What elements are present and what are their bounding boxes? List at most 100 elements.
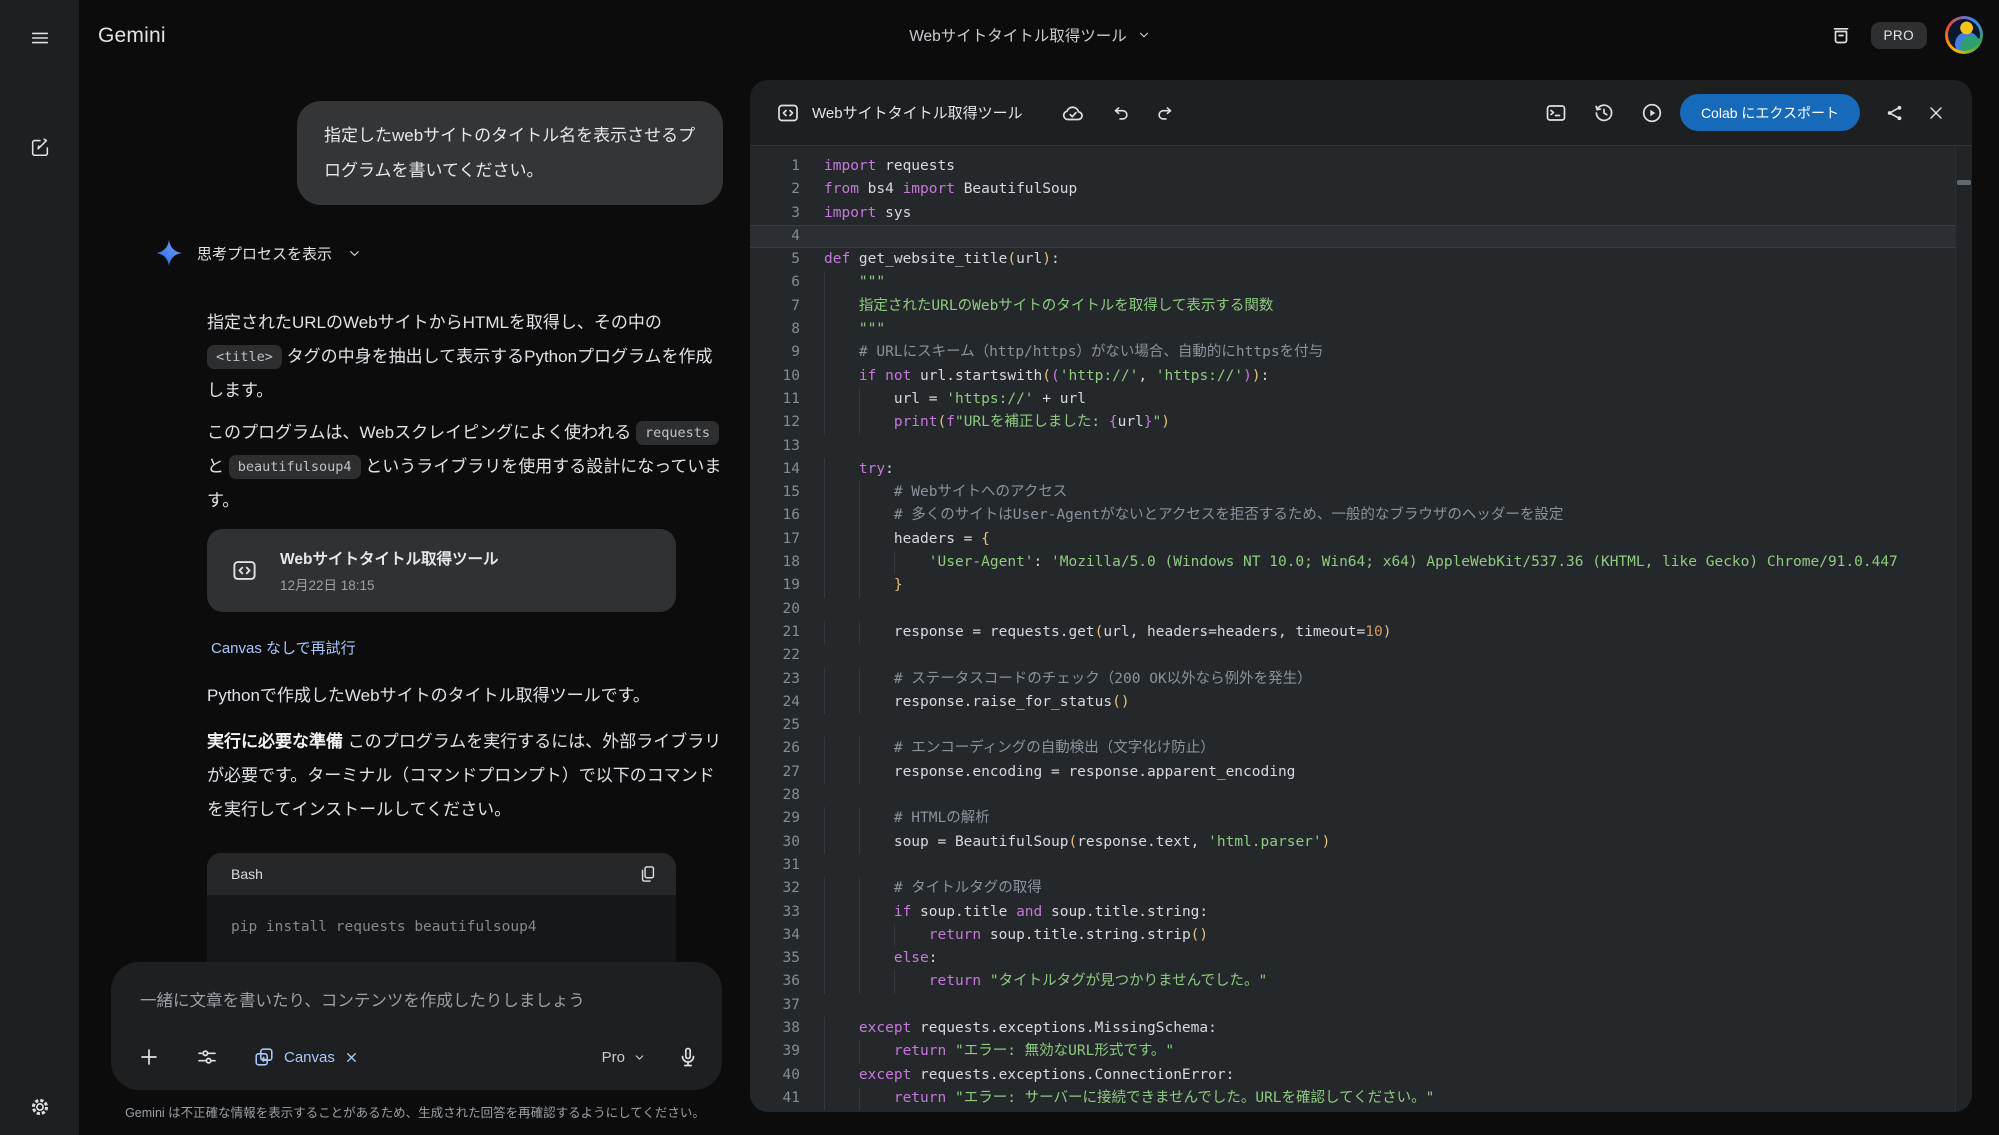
code-line[interactable]: 4 xyxy=(750,225,1972,248)
code-line[interactable]: 28 xyxy=(750,784,1972,807)
code-line[interactable]: 3import sys xyxy=(750,202,1972,225)
code-line[interactable]: 21 response = requests.get(url, headers=… xyxy=(750,621,1972,644)
retry-without-canvas-link[interactable]: Canvas なしで再試行 xyxy=(211,637,356,658)
run-button[interactable] xyxy=(1640,101,1664,125)
sidebar xyxy=(0,0,79,1135)
gemini-sparkle-icon xyxy=(156,240,182,266)
code-line[interactable]: 2from bs4 import BeautifulSoup xyxy=(750,178,1972,201)
code-editor[interactable]: 1import requests2from bs4 import Beautif… xyxy=(750,146,1972,1112)
code-line[interactable]: 33 if soup.title and soup.title.string: xyxy=(750,901,1972,924)
share-icon xyxy=(1884,102,1906,124)
account-avatar[interactable] xyxy=(1945,16,1983,54)
line-number: 12 xyxy=(750,411,800,434)
new-chat-button[interactable] xyxy=(26,133,54,161)
code-line[interactable]: 27 response.encoding = response.apparent… xyxy=(750,761,1972,784)
code-line[interactable]: 40 except requests.exceptions.Connection… xyxy=(750,1064,1972,1087)
canvas-title[interactable]: Webサイトタイトル取得ツール xyxy=(812,102,1023,123)
code-line[interactable]: 13 xyxy=(750,435,1972,458)
chevron-down-icon xyxy=(347,246,362,261)
canvas-toolbar: Colab にエクスポート xyxy=(1520,94,1946,131)
code-line[interactable]: 5def get_website_title(url): xyxy=(750,248,1972,271)
line-number: 24 xyxy=(750,691,800,714)
scrollbar-thumb[interactable] xyxy=(1957,180,1971,185)
line-number: 25 xyxy=(750,714,800,737)
share-button[interactable] xyxy=(1884,102,1906,124)
menu-button[interactable] xyxy=(26,24,54,52)
line-number: 28 xyxy=(750,784,800,807)
code-line[interactable]: 32 # タイトルタグの取得 xyxy=(750,877,1972,900)
line-number: 14 xyxy=(750,458,800,481)
model-selector[interactable]: Pro xyxy=(602,1049,646,1066)
archive-bin-icon[interactable] xyxy=(1829,23,1853,47)
tune-icon[interactable] xyxy=(195,1045,219,1069)
code-line[interactable]: 29 # HTMLの解析 xyxy=(750,807,1972,830)
code-line[interactable]: 18 'User-Agent': 'Mozilla/5.0 (Windows N… xyxy=(750,551,1972,574)
line-number: 29 xyxy=(750,807,800,830)
code-line[interactable]: 8 """ xyxy=(750,318,1972,341)
code-line[interactable]: 38 except requests.exceptions.MissingSch… xyxy=(750,1017,1972,1040)
code-line[interactable]: 11 url = 'https://' + url xyxy=(750,388,1972,411)
pro-badge[interactable]: PRO xyxy=(1871,22,1927,49)
prompt-input[interactable]: 一緒に文章を書いたり、コンテンツを作成したりしましょう Canvas Pro xyxy=(111,962,722,1090)
line-number: 40 xyxy=(750,1064,800,1087)
mic-icon[interactable] xyxy=(676,1045,700,1069)
code-line[interactable]: 1import requests xyxy=(750,155,1972,178)
code-line[interactable]: 30 soup = BeautifulSoup(response.text, '… xyxy=(750,831,1972,854)
code-line[interactable]: 19 } xyxy=(750,574,1972,597)
code-line[interactable]: 14 try: xyxy=(750,458,1972,481)
code-line[interactable]: 37 xyxy=(750,994,1972,1017)
code-line[interactable]: 6 """ xyxy=(750,271,1972,294)
bash-code: pip install requests beautifulsoup4 xyxy=(231,919,652,935)
line-number: 2 xyxy=(750,178,800,201)
code-line[interactable]: 22 xyxy=(750,644,1972,667)
line-number: 41 xyxy=(750,1087,800,1110)
paragraph: 指定されたURLのWebサイトからHTMLを取得し、その中の <title> タ… xyxy=(207,306,725,408)
code-line[interactable]: 23 # ステータスコードのチェック（200 OK以外なら例外を発生） xyxy=(750,668,1972,691)
code-language-label: Bash xyxy=(231,866,263,882)
version-history-button[interactable] xyxy=(1592,101,1616,125)
code-block-header: Bash xyxy=(207,853,676,895)
canvas-attachment-card[interactable]: Webサイトタイトル取得ツール 12月22日 18:15 xyxy=(207,529,676,612)
code-line[interactable]: 20 xyxy=(750,598,1972,621)
settings-button[interactable] xyxy=(26,1093,54,1121)
code-line[interactable]: 26 # エンコーディングの自動検出（文字化け防止） xyxy=(750,737,1972,760)
gemini-app: Gemini Webサイトタイトル取得ツール PRO 指定したwebサイトのタイ… xyxy=(0,0,1999,1135)
line-number: 39 xyxy=(750,1040,800,1063)
paragraph: Pythonで作成したWebサイトのタイトル取得ツールです。 xyxy=(207,679,725,713)
code-line[interactable]: 16 # 多くのサイトはUser-Agentがないとアクセスを拒否するため、一般… xyxy=(750,504,1972,527)
canvas-card-timestamp: 12月22日 18:15 xyxy=(280,574,498,594)
input-placeholder: 一緒に文章を書いたり、コンテンツを作成したりしましょう xyxy=(140,987,585,1011)
canvas-tool-chip[interactable]: Canvas xyxy=(253,1046,359,1068)
undo-button[interactable] xyxy=(1109,102,1131,124)
code-line[interactable]: 15 # Webサイトへのアクセス xyxy=(750,481,1972,504)
close-canvas-button[interactable] xyxy=(1926,103,1946,123)
close-icon[interactable] xyxy=(344,1050,359,1065)
code-line[interactable]: 9 # URLにスキーム（http/https）がない場合、自動的にhttpsを… xyxy=(750,341,1972,364)
code-line[interactable]: 35 else: xyxy=(750,947,1972,970)
code-line[interactable]: 31 xyxy=(750,854,1972,877)
conversation-title-dropdown[interactable]: Webサイトタイトル取得ツール xyxy=(880,24,1180,46)
export-to-colab-button[interactable]: Colab にエクスポート xyxy=(1680,94,1860,131)
app-logo[interactable]: Gemini xyxy=(98,24,166,48)
code-line[interactable]: 17 headers = { xyxy=(750,528,1972,551)
copy-icon[interactable] xyxy=(638,864,658,884)
chevron-down-icon xyxy=(1137,28,1151,42)
plus-icon[interactable] xyxy=(137,1045,161,1069)
play-circle-icon xyxy=(1640,101,1664,125)
code-line[interactable]: 7 指定されたURLのWebサイトのタイトルを取得して表示する関数 xyxy=(750,295,1972,318)
canvas-header: Webサイトタイトル取得ツール xyxy=(750,80,1972,146)
code-line[interactable]: 41 return "エラー: サーバーに接続できませんでした。URLを確認して… xyxy=(750,1087,1972,1110)
code-line[interactable]: 25 xyxy=(750,714,1972,737)
line-number: 34 xyxy=(750,924,800,947)
code-line[interactable]: 10 if not url.startswith(('http://', 'ht… xyxy=(750,365,1972,388)
preview-toggle[interactable] xyxy=(1544,101,1568,125)
code-line[interactable]: 36 return "タイトルタグが見つかりませんでした。" xyxy=(750,970,1972,993)
thoughts-toggle[interactable]: 思考プロセスを表示 xyxy=(156,238,724,268)
code-line[interactable]: 34 return soup.title.string.strip() xyxy=(750,924,1972,947)
line-number: 30 xyxy=(750,831,800,854)
code-line[interactable]: 39 return "エラー: 無効なURL形式です。" xyxy=(750,1040,1972,1063)
code-line[interactable]: 24 response.raise_for_status() xyxy=(750,691,1972,714)
code-line[interactable]: 12 print(f"URLを補正しました: {url}") xyxy=(750,411,1972,434)
line-number: 21 xyxy=(750,621,800,644)
redo-button[interactable] xyxy=(1155,102,1177,124)
